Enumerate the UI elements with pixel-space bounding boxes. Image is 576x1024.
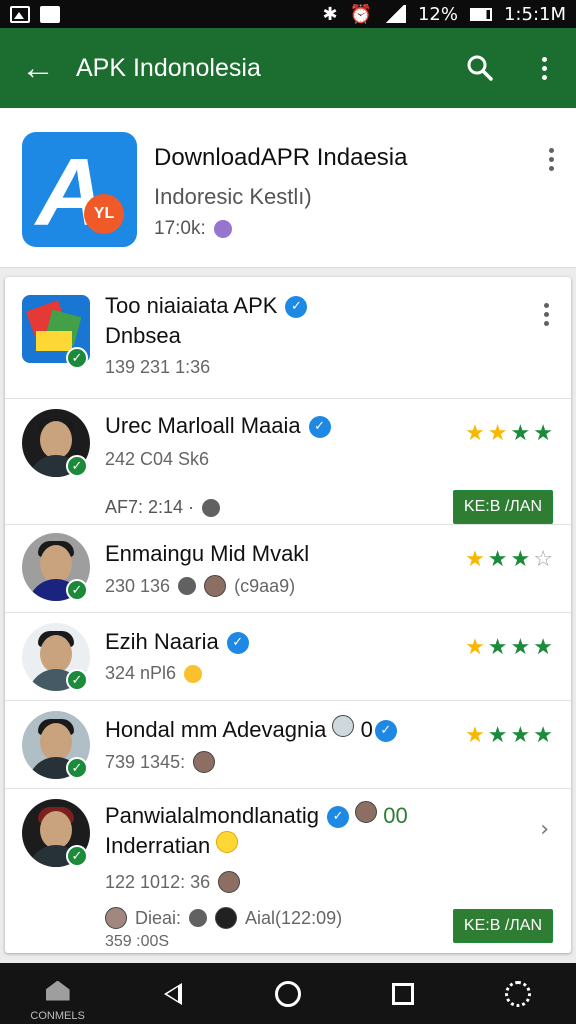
check-badge-icon: ✓ bbox=[66, 669, 88, 691]
join-button[interactable]: KE:B /ЛAN bbox=[452, 909, 553, 943]
signal-icon bbox=[383, 5, 406, 23]
emoji-icon bbox=[332, 715, 355, 737]
nav-home-button[interactable] bbox=[248, 963, 328, 1024]
row-meta: 122 1012: 36 bbox=[105, 871, 241, 893]
home-icon bbox=[45, 980, 70, 1001]
row-meta: 324 nPl6 bbox=[105, 663, 203, 684]
nav-home[interactable]: CONMELS bbox=[18, 963, 98, 1024]
home-circle-icon bbox=[274, 980, 301, 1007]
clock: 1:5:1M bbox=[503, 3, 566, 25]
row-title: Enmaingu Mid Mvakl bbox=[105, 541, 310, 566]
rating-stars: ★ ★ ★ ☆ bbox=[465, 547, 553, 572]
check-badge-icon: ✓ bbox=[66, 347, 88, 369]
check-badge-icon: ✓ bbox=[66, 455, 88, 477]
app-icon: A YL bbox=[22, 132, 137, 247]
nav-settings-button[interactable] bbox=[478, 963, 558, 1024]
app-bar-title: APK Indonolesia bbox=[76, 53, 261, 82]
featured-app-card[interactable]: A YL DownloadAPR Indaesia Indoresic Kest… bbox=[0, 108, 576, 268]
battery-icon bbox=[469, 7, 492, 21]
row-meta: 139 231 1:36 bbox=[105, 357, 211, 377]
list-item[interactable]: ✓ Hondal mm Adevagnia 0 ✓ 739 1345: ★ ★ ★ ★ bbox=[5, 701, 571, 789]
emoji-icon bbox=[184, 664, 203, 683]
nav-home-label: CONMELS bbox=[30, 1010, 85, 1022]
nav-recents-button[interactable] bbox=[363, 963, 443, 1024]
app-menu-button[interactable] bbox=[549, 148, 554, 171]
avatar-icon bbox=[105, 907, 127, 929]
emoji-icon bbox=[213, 220, 232, 238]
verified-icon: ✓ bbox=[327, 806, 350, 829]
gallery-notification-icon bbox=[10, 5, 30, 23]
pin-icon bbox=[189, 909, 208, 927]
recents-square-icon bbox=[392, 982, 415, 1005]
app-icon-badge: YL bbox=[84, 194, 124, 234]
settings-gear-icon bbox=[505, 980, 532, 1007]
verified-icon: ✓ bbox=[308, 416, 331, 439]
row-meta: 230 136 (c9aa9) bbox=[105, 575, 296, 597]
row-sub-meta: Dieai: Aial(122:09) bbox=[105, 907, 342, 929]
emoji-icon bbox=[355, 801, 378, 823]
row-title: Hondal mm Adevagnia 0 ✓ bbox=[105, 715, 397, 745]
back-arrow-icon[interactable]: ← bbox=[0, 28, 76, 108]
more-vert-icon bbox=[541, 56, 547, 80]
system-nav-bar: CONMELS bbox=[0, 963, 576, 1024]
more-vert-icon bbox=[544, 303, 549, 326]
alarm-icon: ⏰ bbox=[349, 3, 372, 25]
row-title: Panwialalmondlanatig ✓ 00 bbox=[105, 801, 408, 829]
app-bar: ← APK Indonolesia bbox=[0, 28, 576, 108]
verified-icon: ✓ bbox=[285, 296, 308, 319]
search-button[interactable] bbox=[448, 28, 512, 108]
row-title: Ezih Naaria ✓ bbox=[105, 627, 249, 657]
row-title-line2: Dnbsea bbox=[105, 323, 181, 348]
verified-icon: ✓ bbox=[226, 632, 249, 655]
row-meta: 242 C04 Sk6 bbox=[105, 449, 210, 469]
nav-back-button[interactable] bbox=[133, 963, 213, 1024]
rating-stars: ★ ★ ★ ★ bbox=[465, 421, 553, 446]
list-item[interactable]: ✓ Ezih Naaria ✓ 324 nPl6 ★ ★ ★ ★ bbox=[5, 613, 571, 701]
verified-icon: ✓ bbox=[374, 720, 397, 743]
app-title: DownloadAPR Indaesia bbox=[154, 144, 408, 171]
rating-stars: ★ ★ ★ ★ bbox=[465, 635, 553, 660]
row-sub-meta-2: 359 :00S bbox=[105, 933, 170, 950]
check-badge-icon: ✓ bbox=[66, 757, 88, 779]
news-notification-icon bbox=[40, 5, 60, 23]
row-title-line2: Inderratian bbox=[105, 831, 239, 861]
emoji-icon bbox=[193, 751, 216, 773]
list-item[interactable]: ✓ Too niaiaiata APK ✓ Dnbsea 139 231 1:36 bbox=[5, 277, 571, 399]
row-menu-button[interactable] bbox=[544, 303, 549, 326]
check-badge-icon: ✓ bbox=[66, 579, 88, 601]
overflow-menu-button[interactable] bbox=[512, 28, 576, 108]
list-item[interactable]: ✓ Enmaingu Mid Mvakl 230 136 (c9aa9) ★ ★ ★… bbox=[5, 525, 571, 613]
row-title: Too niaiaiata APK ✓ bbox=[105, 291, 308, 321]
battery-percent: 12% bbox=[417, 3, 458, 25]
emoji-icon bbox=[204, 575, 227, 597]
smile-emoji-icon bbox=[216, 831, 239, 853]
status-bar: ✱ ⏰ 12% 1:5:1M bbox=[0, 0, 576, 28]
pin-icon bbox=[178, 577, 197, 595]
chevron-right-icon[interactable]: › bbox=[540, 817, 549, 842]
status-icon bbox=[202, 498, 221, 517]
bluetooth-icon: ✱ bbox=[322, 3, 338, 25]
app-subtitle: Indoresic Kestlı) bbox=[154, 184, 312, 209]
row-title: Urec Marloall Maaia ✓ bbox=[105, 411, 331, 441]
search-icon bbox=[467, 55, 493, 81]
row-sub-line: AF7: 2:14 · KE:B /ЛAN bbox=[5, 489, 571, 525]
back-triangle-icon bbox=[163, 982, 182, 1005]
list-item[interactable]: ✓ Panwialalmondlanatig ✓ 00 Inderratian 1… bbox=[5, 789, 571, 953]
rating-stars: ★ ★ ★ ★ bbox=[465, 723, 553, 748]
channel-list: ✓ Too niaiaiata APK ✓ Dnbsea 139 231 1:36… bbox=[5, 277, 571, 953]
join-button[interactable]: KE:B /ЛAN bbox=[452, 490, 553, 524]
emoji-icon bbox=[218, 871, 241, 893]
list-item[interactable]: ✓ Urec Marloall Maaia ✓ 242 C04 Sk6 ★ ★ ★ ★ bbox=[5, 399, 571, 489]
check-badge-icon: ✓ bbox=[66, 845, 88, 867]
avatar-icon bbox=[215, 907, 238, 929]
app-meta: 17:0k: bbox=[154, 218, 232, 240]
more-vert-icon bbox=[549, 148, 554, 171]
row-meta: 739 1345: bbox=[105, 751, 216, 773]
